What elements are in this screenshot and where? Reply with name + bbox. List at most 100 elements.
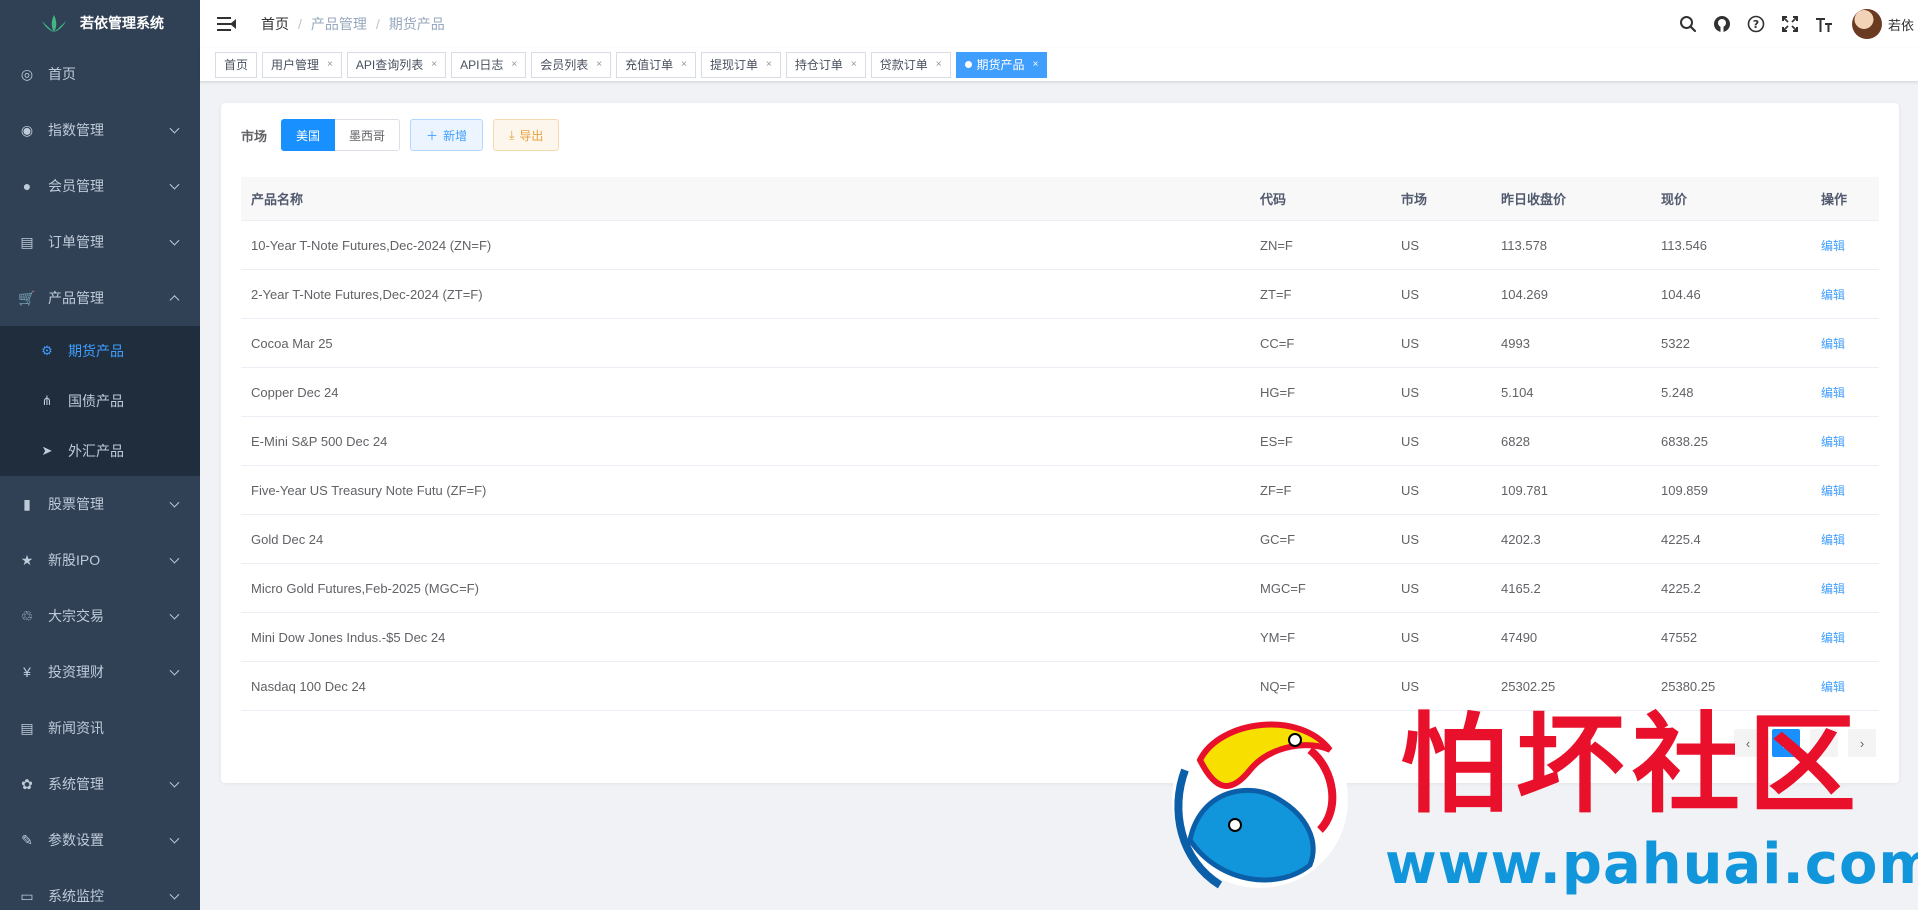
sidebar-item-3[interactable]: ▤ 订单管理	[0, 214, 200, 270]
page-button[interactable]: 2	[1810, 729, 1838, 757]
submenu: ⚙ 期货产品 ⋔ 国债产品 ➤ 外汇产品	[0, 326, 200, 476]
avatar[interactable]	[1851, 9, 1882, 39]
edit-button[interactable]: 编辑	[1821, 337, 1845, 351]
sidebar-item-10[interactable]: ✿ 系统管理	[0, 756, 200, 812]
tag-2[interactable]: API查询列表 ×	[346, 51, 447, 78]
cell-current-price: 47552	[1661, 629, 1698, 645]
cell-actions: 编辑	[1811, 384, 1879, 401]
table-row: Micro Gold Futures,Feb-2025 (MGC=F) MGC=F…	[241, 564, 1879, 613]
export-button[interactable]: ⤓ 导出	[493, 119, 560, 151]
tag-3[interactable]: API日志 ×	[451, 51, 527, 78]
submenu-item-1[interactable]: ⋔ 国债产品	[0, 376, 200, 426]
cell-market: US	[1401, 531, 1420, 547]
close-icon[interactable]: ×	[1033, 59, 1039, 70]
page-button[interactable]: 1	[1772, 729, 1800, 757]
tag-5[interactable]: 充值订单 ×	[616, 51, 696, 78]
cell-code: MGC=F	[1260, 580, 1306, 596]
sidebar-item-6[interactable]: ★ 新股IPO	[0, 532, 200, 588]
content-card: 市场 美国 墨西哥 ＋ 新增 ⤓ 导出 产品名称 代码 市场 昨日收盘价 现价 …	[221, 103, 1899, 783]
sidebar-item-8[interactable]: ¥ 投资理财	[0, 644, 200, 700]
sidebar-item-9[interactable]: ▤ 新闻资讯	[0, 700, 200, 756]
tag-7[interactable]: 持仓订单 ×	[785, 51, 866, 78]
toolbar: 市场 美国 墨西哥 ＋ 新增 ⤓ 导出	[241, 119, 560, 151]
cell-market: US	[1401, 286, 1420, 302]
cell-prev-close: 4202.3	[1501, 531, 1541, 547]
tag-label: 充值订单	[625, 58, 674, 72]
edit-button[interactable]: 编辑	[1821, 533, 1845, 547]
close-icon[interactable]: ×	[851, 59, 857, 70]
sidebar-item-label: 大宗交易	[48, 608, 104, 624]
cell-market: US	[1401, 482, 1420, 498]
sidebar-item-5[interactable]: ▮ 股票管理	[0, 476, 200, 532]
edit-button[interactable]: 编辑	[1821, 631, 1845, 645]
table-row: E-Mini S&P 500 Dec 24 ES=F US 6828 6838.25 编辑	[241, 417, 1879, 466]
table-row: Five-Year US Treasury Note Futu (ZF=F) ZF…	[241, 466, 1879, 515]
tag-0[interactable]: 首页	[215, 51, 258, 78]
market-us-button[interactable]: 美国	[281, 119, 336, 151]
cell-product-name: Mini Dow Jones Indus.-$5 Dec 24	[251, 629, 446, 645]
user-name[interactable]: 若依	[1888, 15, 1914, 34]
table-row: 2-Year T-Note Futures,Dec-2024 (ZT=F) ZT=…	[241, 270, 1879, 319]
submenu-item-0[interactable]: ⚙ 期货产品	[0, 326, 200, 376]
logo-icon	[38, 13, 70, 33]
edit-button[interactable]: 编辑	[1821, 435, 1845, 449]
tag-9[interactable]: 期货产品 ×	[955, 51, 1048, 78]
table-row: 10-Year T-Note Futures,Dec-2024 (ZN=F) ZN…	[241, 221, 1879, 270]
close-icon[interactable]: ×	[766, 59, 772, 70]
cell-code: ZT=F	[1260, 286, 1292, 302]
sidebar-item-0[interactable]: ◎ 首页	[0, 46, 200, 102]
logo[interactable]: 若依管理系统	[0, 0, 200, 46]
cell-market: US	[1401, 237, 1420, 253]
index-icon: ◉	[20, 121, 34, 138]
font-size-icon[interactable]	[1814, 14, 1834, 34]
help-icon[interactable]: ?	[1746, 14, 1766, 34]
cell-market: US	[1401, 335, 1420, 351]
submenu-item-label: 国债产品	[68, 393, 124, 409]
next-page-button[interactable]: ›	[1848, 729, 1876, 757]
cell-market: US	[1401, 384, 1420, 400]
edit-button[interactable]: 编辑	[1821, 239, 1845, 253]
tag-6[interactable]: 提现订单 ×	[700, 51, 781, 78]
close-icon[interactable]: ×	[596, 59, 602, 70]
github-icon[interactable]	[1712, 14, 1732, 34]
svg-text:?: ?	[1753, 18, 1759, 31]
submenu-item-label: 期货产品	[68, 343, 124, 359]
prev-page-button[interactable]: ‹	[1734, 729, 1762, 757]
hamburger-icon[interactable]	[217, 16, 237, 32]
close-icon[interactable]: ×	[936, 59, 942, 70]
chevron-down-icon	[169, 889, 180, 900]
breadcrumb-item-home[interactable]: 首页	[261, 14, 289, 34]
close-icon[interactable]: ×	[681, 59, 687, 70]
sidebar-item-11[interactable]: ✎ 参数设置	[0, 812, 200, 868]
edit-button[interactable]: 编辑	[1821, 582, 1845, 596]
tag-1[interactable]: 用户管理 ×	[262, 51, 342, 78]
sidebar-item-7[interactable]: ♲ 大宗交易	[0, 588, 200, 644]
tag-8[interactable]: 贷款订单 ×	[870, 51, 951, 78]
sidebar-item-4[interactable]: 🛒 产品管理	[0, 270, 200, 326]
edit-button[interactable]: 编辑	[1821, 288, 1845, 302]
sidebar-item-2[interactable]: ● 会员管理	[0, 158, 200, 214]
cell-prev-close: 5.104	[1501, 384, 1534, 400]
cell-code: ZN=F	[1260, 237, 1293, 253]
add-button[interactable]: ＋ 新增	[410, 119, 484, 151]
breadcrumb-item-product: 产品管理	[310, 16, 367, 32]
close-icon[interactable]: ×	[431, 59, 437, 70]
sidebar-item-1[interactable]: ◉ 指数管理	[0, 102, 200, 158]
sidebar-item-12[interactable]: ▭ 系统监控	[0, 868, 200, 910]
tag-4[interactable]: 会员列表 ×	[531, 51, 612, 78]
edit-button[interactable]: 编辑	[1821, 484, 1845, 498]
edit-button[interactable]: 编辑	[1821, 386, 1845, 400]
sidebar-item-label: 参数设置	[48, 832, 104, 848]
search-icon[interactable]	[1678, 14, 1698, 34]
page-list: 12	[1767, 729, 1843, 757]
close-icon[interactable]: ×	[327, 59, 333, 70]
fullscreen-icon[interactable]	[1780, 14, 1800, 34]
gear-icon: ✿	[21, 775, 33, 792]
sidebar-item-label: 股票管理	[48, 496, 104, 512]
close-icon[interactable]: ×	[511, 59, 517, 70]
market-mexico-button[interactable]: 墨西哥	[335, 119, 401, 151]
edit-button[interactable]: 编辑	[1821, 680, 1845, 694]
sidebar-item-label: 新股IPO	[48, 552, 101, 568]
submenu-item-2[interactable]: ➤ 外汇产品	[0, 426, 200, 476]
app-title: 若依管理系统	[80, 15, 164, 31]
